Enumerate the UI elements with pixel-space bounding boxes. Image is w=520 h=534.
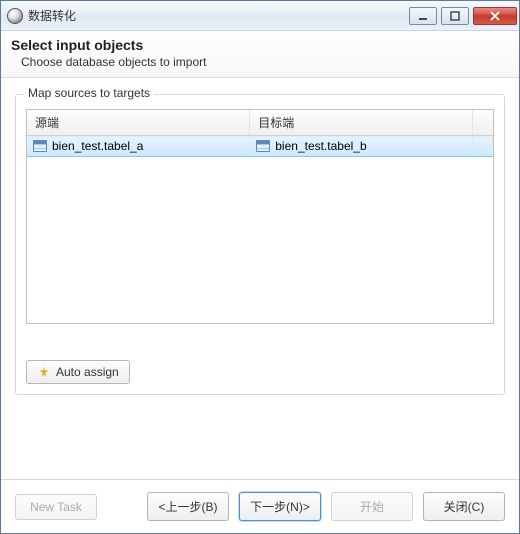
titlebar[interactable]: 数据转化	[1, 1, 519, 31]
column-header-source[interactable]: 源端	[27, 110, 250, 136]
minimize-button[interactable]	[409, 7, 437, 25]
minimize-icon	[418, 11, 428, 21]
page-subtitle: Choose database objects to import	[11, 55, 509, 69]
star-icon	[37, 365, 51, 379]
close-button[interactable]	[473, 7, 517, 25]
back-button[interactable]: <上一步(B)	[147, 492, 229, 521]
group-title: Map sources to targets	[24, 86, 154, 100]
content-area: Map sources to targets 源端 目标端	[1, 78, 519, 479]
next-button[interactable]: 下一步(N)>	[239, 492, 321, 521]
window-title: 数据转化	[28, 7, 409, 24]
maximize-icon	[450, 11, 460, 21]
window-controls	[409, 7, 517, 25]
table-icon	[256, 140, 270, 152]
mapping-group: Map sources to targets 源端 目标端	[15, 94, 505, 395]
wizard-header: Select input objects Choose database obj…	[1, 31, 519, 77]
column-header-target[interactable]: 目标端	[250, 110, 473, 136]
auto-assign-label: Auto assign	[56, 365, 119, 379]
source-cell: bien_test.tabel_a	[52, 139, 143, 153]
start-button: 开始	[331, 492, 413, 521]
mapping-table[interactable]: 源端 目标端 bien_test.tabel_a	[26, 109, 494, 324]
maximize-button[interactable]	[441, 7, 469, 25]
close-icon	[490, 11, 500, 21]
close-footer-button[interactable]: 关闭(C)	[423, 492, 505, 521]
table-row[interactable]: bien_test.tabel_a bien_test.tabel_b	[27, 136, 493, 157]
page-title: Select input objects	[11, 37, 509, 53]
column-header-spacer	[473, 110, 493, 136]
new-task-button: New Task	[15, 494, 97, 520]
wizard-footer: New Task <上一步(B) 下一步(N)> 开始 关闭(C)	[1, 479, 519, 533]
auto-assign-button[interactable]: Auto assign	[26, 360, 130, 384]
table-icon	[33, 140, 47, 152]
app-icon	[7, 8, 23, 24]
target-cell: bien_test.tabel_b	[275, 139, 366, 153]
dialog-window: 数据转化 Select input objects Choose databas…	[0, 0, 520, 534]
